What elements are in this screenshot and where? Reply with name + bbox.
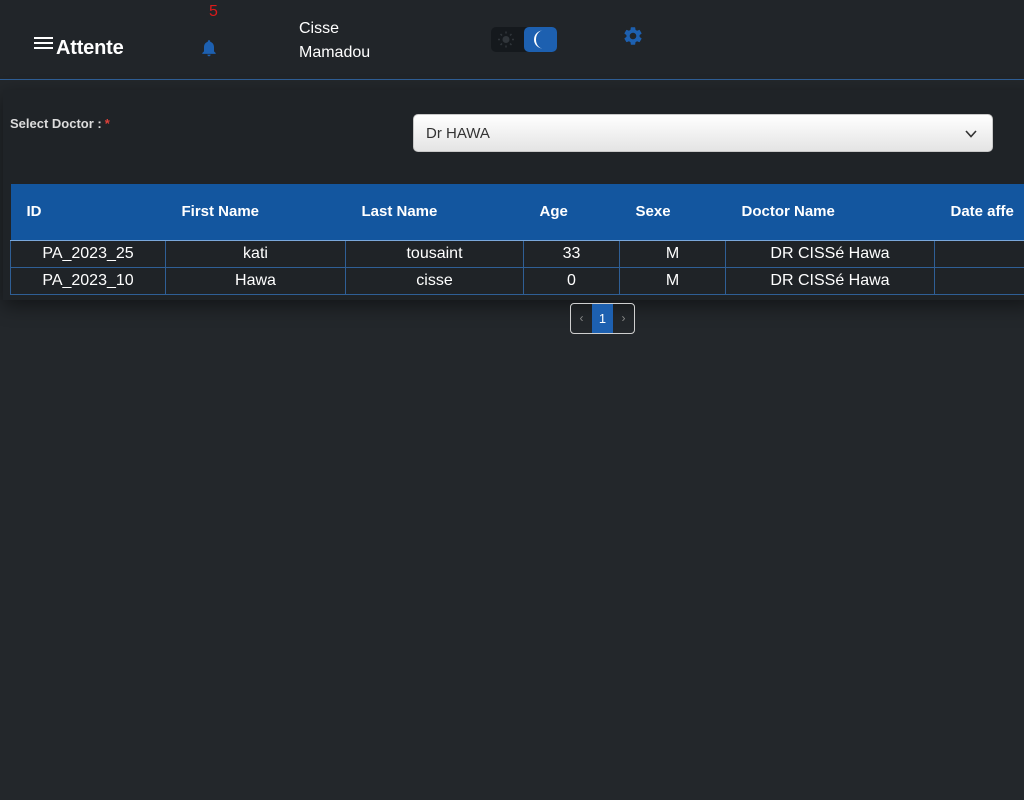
cell-sexe: M (619, 239, 726, 268)
sun-icon (498, 31, 514, 48)
notification-count-badge: 5 (209, 3, 218, 20)
patients-table-wrapper: ID First Name Last Name Age Sexe Doctor … (10, 184, 1024, 295)
doctor-select-value: Dr HAWA (426, 125, 490, 142)
user-last-name: Mamadou (299, 44, 371, 61)
user-name[interactable]: Cisse Mamadou (299, 17, 370, 65)
moon-icon (534, 30, 543, 49)
page-title: Attente (56, 37, 124, 59)
cell-first-name: Hawa (165, 266, 346, 295)
bell-icon[interactable] (199, 38, 219, 58)
gear-icon[interactable] (622, 25, 644, 47)
pagination-prev-button[interactable]: ‹ (571, 304, 592, 333)
cell-last-name: tousaint (345, 239, 524, 268)
column-header-id[interactable]: ID (10, 184, 166, 241)
theme-toggle[interactable] (491, 27, 557, 52)
user-first-name: Cisse (299, 20, 340, 37)
column-header-date[interactable]: Date affe (934, 184, 1024, 241)
column-header-doctor-name[interactable]: Doctor Name (725, 184, 935, 241)
table-row[interactable]: PA_2023_25 kati tousaint 33 M DR CISSé H… (10, 239, 1024, 268)
menu-icon[interactable] (34, 37, 54, 51)
required-mark: * (104, 116, 110, 131)
cell-age: 0 (523, 266, 620, 295)
table-header-row: ID First Name Last Name Age Sexe Doctor … (10, 184, 1024, 241)
cell-last-name: cisse (345, 266, 524, 295)
doctor-select-label: Select Doctor : * (10, 116, 110, 131)
cell-first-name: kati (165, 239, 346, 268)
column-header-last-name[interactable]: Last Name (345, 184, 524, 241)
top-header: Attente 5 Cisse Mamadou (0, 0, 1024, 80)
chevron-down-icon (965, 130, 977, 138)
cell-doctor-name: DR CISSé Hawa (725, 266, 935, 295)
cell-age: 33 (523, 239, 620, 268)
theme-toggle-knob (524, 27, 557, 52)
table-row[interactable]: PA_2023_10 Hawa cisse 0 M DR CISSé Hawa … (10, 266, 1024, 295)
pagination-next-button[interactable]: › (613, 304, 634, 333)
cell-id: PA_2023_25 (10, 239, 166, 268)
cell-date: 05 (934, 239, 1024, 268)
column-header-sexe[interactable]: Sexe (619, 184, 726, 241)
cell-id: PA_2023_10 (10, 266, 166, 295)
cell-sexe: M (619, 266, 726, 295)
column-header-first-name[interactable]: First Name (165, 184, 346, 241)
patients-table: ID First Name Last Name Age Sexe Doctor … (10, 184, 1024, 295)
column-header-age[interactable]: Age (523, 184, 620, 241)
cell-date: 05 (934, 266, 1024, 295)
doctor-select[interactable]: Dr HAWA (413, 114, 993, 152)
pagination-page-1[interactable]: 1 (592, 304, 613, 333)
cell-doctor-name: DR CISSé Hawa (725, 239, 935, 268)
pagination: ‹ 1 › (570, 303, 635, 334)
doctor-label-text: Select Doctor : (10, 116, 102, 131)
